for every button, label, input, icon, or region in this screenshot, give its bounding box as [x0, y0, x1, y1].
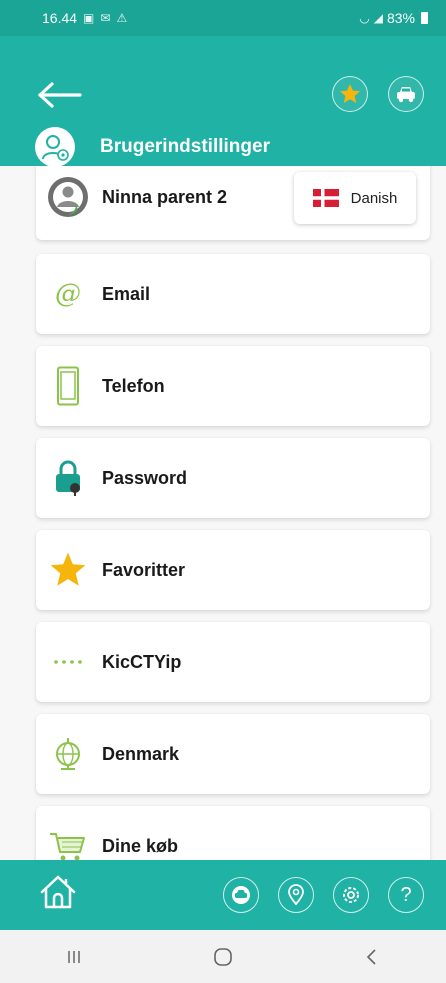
home-icon — [40, 875, 76, 909]
vehicle-button[interactable] — [388, 76, 424, 112]
menu-item-email[interactable]: @ Email — [36, 254, 430, 334]
favorites-icon-slot — [38, 551, 98, 589]
password-dots-icon — [54, 660, 82, 664]
car-icon — [397, 87, 415, 103]
gear-icon — [343, 887, 359, 903]
mail-notification-icon: ✉ — [100, 11, 111, 25]
gallery-notification-icon: ▣ — [83, 11, 95, 25]
svg-text:@: @ — [55, 279, 81, 309]
menu-label-phone: Telefon — [102, 375, 165, 396]
android-back-icon — [366, 948, 376, 965]
recent-apps-icon — [68, 950, 81, 963]
favorites-button[interactable] — [332, 76, 368, 112]
password-icon-slot — [38, 460, 98, 496]
dots-icon-slot — [38, 658, 98, 666]
car-globe-icon — [232, 886, 250, 904]
at-icon: @ — [55, 279, 81, 309]
nav-settings-button[interactable] — [333, 877, 369, 913]
status-right: ◡ ◢ 83% — [359, 10, 428, 26]
menu-item-purchases[interactable]: Dine køb — [36, 806, 430, 860]
globe-icon — [56, 738, 80, 770]
status-bar: 16.44 ▣ ✉ ⚠ ◡ ◢ 83% — [0, 0, 446, 36]
purchases-icon-slot — [38, 828, 98, 860]
menu-label-favorites: Favoritter — [102, 559, 186, 580]
menu-label-password-hint: KicCTYip — [102, 651, 182, 672]
android-nav-bar — [0, 930, 446, 983]
menu-label-country: Denmark — [102, 743, 180, 764]
help-icon: ? — [400, 883, 412, 906]
cart-icon — [50, 833, 85, 860]
menu-label-password: Password — [102, 467, 188, 488]
menu-item-favorites[interactable]: Favoritter — [36, 530, 430, 610]
profile-avatar-icon — [48, 177, 88, 217]
phone-icon-slot — [38, 366, 98, 406]
recent-apps-button[interactable] — [44, 937, 104, 977]
user-settings-icon — [42, 135, 69, 161]
nav-location-button[interactable] — [278, 877, 314, 913]
star-icon — [340, 84, 360, 103]
status-left: 16.44 ▣ ✉ ⚠ — [42, 10, 127, 26]
android-back-button[interactable] — [342, 937, 402, 977]
battery-icon — [421, 12, 428, 24]
bottom-nav: ? — [0, 860, 446, 930]
lock-icon — [56, 460, 80, 496]
signal-icon: ◢ — [373, 11, 383, 25]
language-button[interactable]: Danish — [294, 172, 416, 224]
page-title: Brugerindstillinger — [100, 136, 270, 157]
android-home-icon — [214, 947, 232, 966]
accessibility-icon: ⚠ — [116, 11, 128, 25]
status-time: 16.44 — [42, 10, 78, 26]
screen: 16.44 ▣ ✉ ⚠ ◡ ◢ 83% Brugerindstillinger … — [0, 0, 446, 983]
back-button[interactable] — [36, 80, 84, 110]
menu-item-password[interactable]: Password — [36, 438, 430, 518]
email-icon-slot: @ — [38, 278, 98, 310]
menu-label-purchases: Dine køb — [102, 835, 179, 856]
denmark-flag-icon — [312, 189, 339, 207]
nav-help-button[interactable]: ? — [388, 877, 424, 913]
app-header: Brugerindstillinger — [0, 36, 446, 170]
country-icon-slot — [38, 736, 98, 772]
language-label: Danish — [350, 189, 398, 207]
profile-name: Ninna parent 2 — [102, 186, 228, 207]
profile-avatar — [38, 175, 98, 219]
phone-icon — [57, 366, 79, 406]
nav-vehicle-button[interactable] — [223, 877, 259, 913]
settings-list: Ninna parent 2 Danish @ Email Telefon Pa… — [0, 166, 446, 860]
menu-item-country[interactable]: Denmark — [36, 714, 430, 794]
location-pin-icon — [288, 884, 304, 906]
home-button[interactable] — [38, 872, 78, 912]
menu-item-password-hint[interactable]: KicCTYip — [36, 622, 430, 702]
wifi-icon: ◡ — [359, 11, 370, 25]
star-icon — [50, 552, 86, 586]
android-home-button[interactable] — [193, 937, 253, 977]
user-settings-avatar — [35, 127, 75, 167]
menu-item-phone[interactable]: Telefon — [36, 346, 430, 426]
profile-card[interactable]: Ninna parent 2 Danish — [36, 166, 430, 240]
menu-label-email: Email — [102, 283, 151, 304]
battery-percent: 83% — [386, 10, 415, 26]
back-arrow-icon — [38, 82, 82, 108]
